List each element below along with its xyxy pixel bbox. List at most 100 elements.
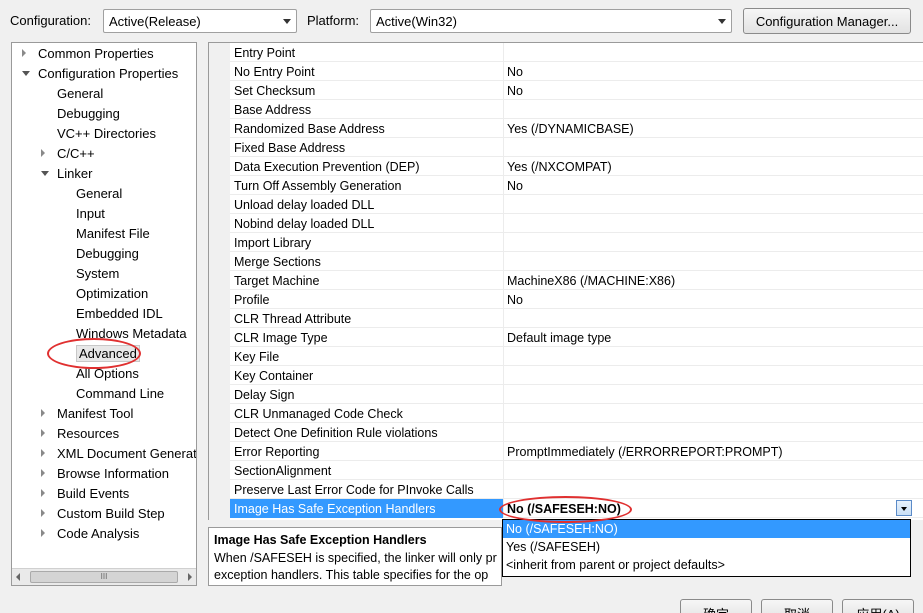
tree-item-label: General: [57, 86, 104, 101]
tree-item[interactable]: Command Line: [12, 384, 196, 404]
collapsed-triangle-icon[interactable]: [22, 49, 26, 57]
property-pages-tree[interactable]: Common Properties Configuration Propertie…: [11, 42, 197, 586]
property-row[interactable]: Unload delay loaded DLL: [230, 195, 923, 214]
tree-item[interactable]: Configuration Properties: [12, 64, 196, 84]
property-row[interactable]: SectionAlignment: [230, 461, 923, 480]
dropdown-option[interactable]: <inherit from parent or project defaults…: [503, 556, 910, 574]
expanded-triangle-icon[interactable]: [22, 71, 30, 76]
property-row[interactable]: Randomized Base Address Yes (/DYNAMICBASE…: [230, 119, 923, 138]
property-row[interactable]: CLR Image Type Default image type: [230, 328, 923, 347]
collapsed-triangle-icon[interactable]: [41, 429, 45, 437]
scroll-right-icon[interactable]: [188, 573, 192, 581]
column-divider: [503, 423, 504, 442]
property-row[interactable]: Delay Sign: [230, 385, 923, 404]
collapsed-triangle-icon[interactable]: [41, 529, 45, 537]
expanded-triangle-icon[interactable]: [41, 171, 49, 176]
collapsed-triangle-icon[interactable]: [41, 469, 45, 477]
property-name: CLR Unmanaged Code Check: [234, 407, 403, 421]
platform-select[interactable]: Active(Win32): [370, 9, 732, 33]
collapsed-triangle-icon[interactable]: [41, 449, 45, 457]
column-divider: [503, 195, 504, 214]
tree-item[interactable]: Common Properties: [12, 44, 196, 64]
platform-label: Platform:: [307, 13, 360, 28]
configuration-select[interactable]: Active(Release): [103, 9, 297, 33]
column-divider: [503, 214, 504, 233]
property-row[interactable]: CLR Unmanaged Code Check: [230, 404, 923, 423]
tree-item[interactable]: General: [12, 84, 196, 104]
tree-item[interactable]: Build Events: [12, 484, 196, 504]
property-row[interactable]: Target Machine MachineX86 (/MACHINE:X86): [230, 271, 923, 290]
property-row[interactable]: Detect One Definition Rule violations: [230, 423, 923, 442]
tree-item-label: Debugging: [76, 246, 139, 261]
tree-item[interactable]: Resources: [12, 424, 196, 444]
tree-item-label: Resources: [57, 426, 120, 441]
tree-horizontal-scrollbar[interactable]: III: [12, 568, 196, 585]
property-row[interactable]: Key Container: [230, 366, 923, 385]
tree-item-label: General: [76, 186, 123, 201]
tree-item[interactable]: C/C++: [12, 144, 196, 164]
tree-item-label: Debugging: [57, 106, 120, 121]
column-divider: [503, 119, 504, 138]
tree-item-label: Common Properties: [38, 46, 154, 61]
safeseh-dropdown-list[interactable]: No (/SAFESEH:NO) Yes (/SAFESEH) <inherit f…: [502, 519, 911, 577]
tree-item[interactable]: Input: [12, 204, 196, 224]
tree-item[interactable]: Debugging: [12, 244, 196, 264]
value-dropdown-button[interactable]: [896, 500, 912, 516]
property-value: PromptImmediately (/ERRORREPORT:PROMPT): [507, 445, 783, 459]
tree-item[interactable]: General: [12, 184, 196, 204]
property-name: Randomized Base Address: [234, 122, 385, 136]
property-grid[interactable]: Entry Point No Entry Point No Set Checksum N…: [208, 42, 923, 520]
property-row[interactable]: Error Reporting PromptImmediately (/ERROR…: [230, 442, 923, 461]
tree-item[interactable]: Debugging: [12, 104, 196, 124]
cancel-button[interactable]: 取消: [761, 599, 833, 613]
property-name: Error Reporting: [234, 445, 320, 459]
property-row[interactable]: Turn Off Assembly Generation No: [230, 176, 923, 195]
property-name: Entry Point: [234, 46, 296, 60]
dropdown-option[interactable]: Yes (/SAFESEH): [503, 538, 910, 556]
tree-item[interactable]: Optimization: [12, 284, 196, 304]
column-divider: [503, 442, 504, 461]
scroll-left-icon[interactable]: [16, 573, 20, 581]
configuration-manager-button[interactable]: Configuration Manager...: [743, 8, 911, 34]
configuration-toolbar: Configuration: Active(Release) Platform:…: [0, 0, 923, 42]
collapsed-triangle-icon[interactable]: [41, 149, 45, 157]
tree-item[interactable]: Custom Build Step: [12, 504, 196, 524]
property-row[interactable]: Nobind delay loaded DLL: [230, 214, 923, 233]
description-title: Image Has Safe Exception Handlers: [214, 533, 427, 547]
tree-item[interactable]: Manifest Tool: [12, 404, 196, 424]
tree-item[interactable]: XML Document Generat: [12, 444, 196, 464]
property-row[interactable]: Fixed Base Address: [230, 138, 923, 157]
tree-item[interactable]: Embedded IDL: [12, 304, 196, 324]
tree-item-label: Embedded IDL: [76, 306, 163, 321]
tree-item[interactable]: VC++ Directories: [12, 124, 196, 144]
tree-item[interactable]: System: [12, 264, 196, 284]
tree-item[interactable]: Linker: [12, 164, 196, 184]
tree-item-label: Browse Information: [57, 466, 169, 481]
property-row[interactable]: Data Execution Prevention (DEP) Yes (/NXC…: [230, 157, 923, 176]
ok-button[interactable]: 确定: [680, 599, 752, 613]
apply-button[interactable]: 应用(A): [842, 599, 914, 613]
tree-item[interactable]: Browse Information: [12, 464, 196, 484]
tree-item[interactable]: Code Analysis: [12, 524, 196, 544]
chevron-down-icon: [901, 507, 907, 511]
property-row[interactable]: Entry Point: [230, 43, 923, 62]
collapsed-triangle-icon[interactable]: [41, 489, 45, 497]
property-row[interactable]: Import Library: [230, 233, 923, 252]
property-row[interactable]: Profile No: [230, 290, 923, 309]
tree-item-label: Configuration Properties: [38, 66, 179, 81]
collapsed-triangle-icon[interactable]: [41, 509, 45, 517]
property-row[interactable]: CLR Thread Attribute: [230, 309, 923, 328]
property-row[interactable]: Base Address: [230, 100, 923, 119]
property-row[interactable]: Merge Sections: [230, 252, 923, 271]
property-row[interactable]: Set Checksum No: [230, 81, 923, 100]
tree-item-label: Code Analysis: [57, 526, 140, 541]
collapsed-triangle-icon[interactable]: [41, 409, 45, 417]
property-name: Import Library: [234, 236, 312, 250]
property-name: Image Has Safe Exception Handlers: [234, 502, 436, 516]
scrollbar-thumb[interactable]: III: [30, 571, 178, 583]
property-row[interactable]: Key File: [230, 347, 923, 366]
tree-item[interactable]: Manifest File: [12, 224, 196, 244]
tree-item-label: Manifest File: [76, 226, 150, 241]
property-row[interactable]: No Entry Point No: [230, 62, 923, 81]
property-name: CLR Image Type: [234, 331, 328, 345]
